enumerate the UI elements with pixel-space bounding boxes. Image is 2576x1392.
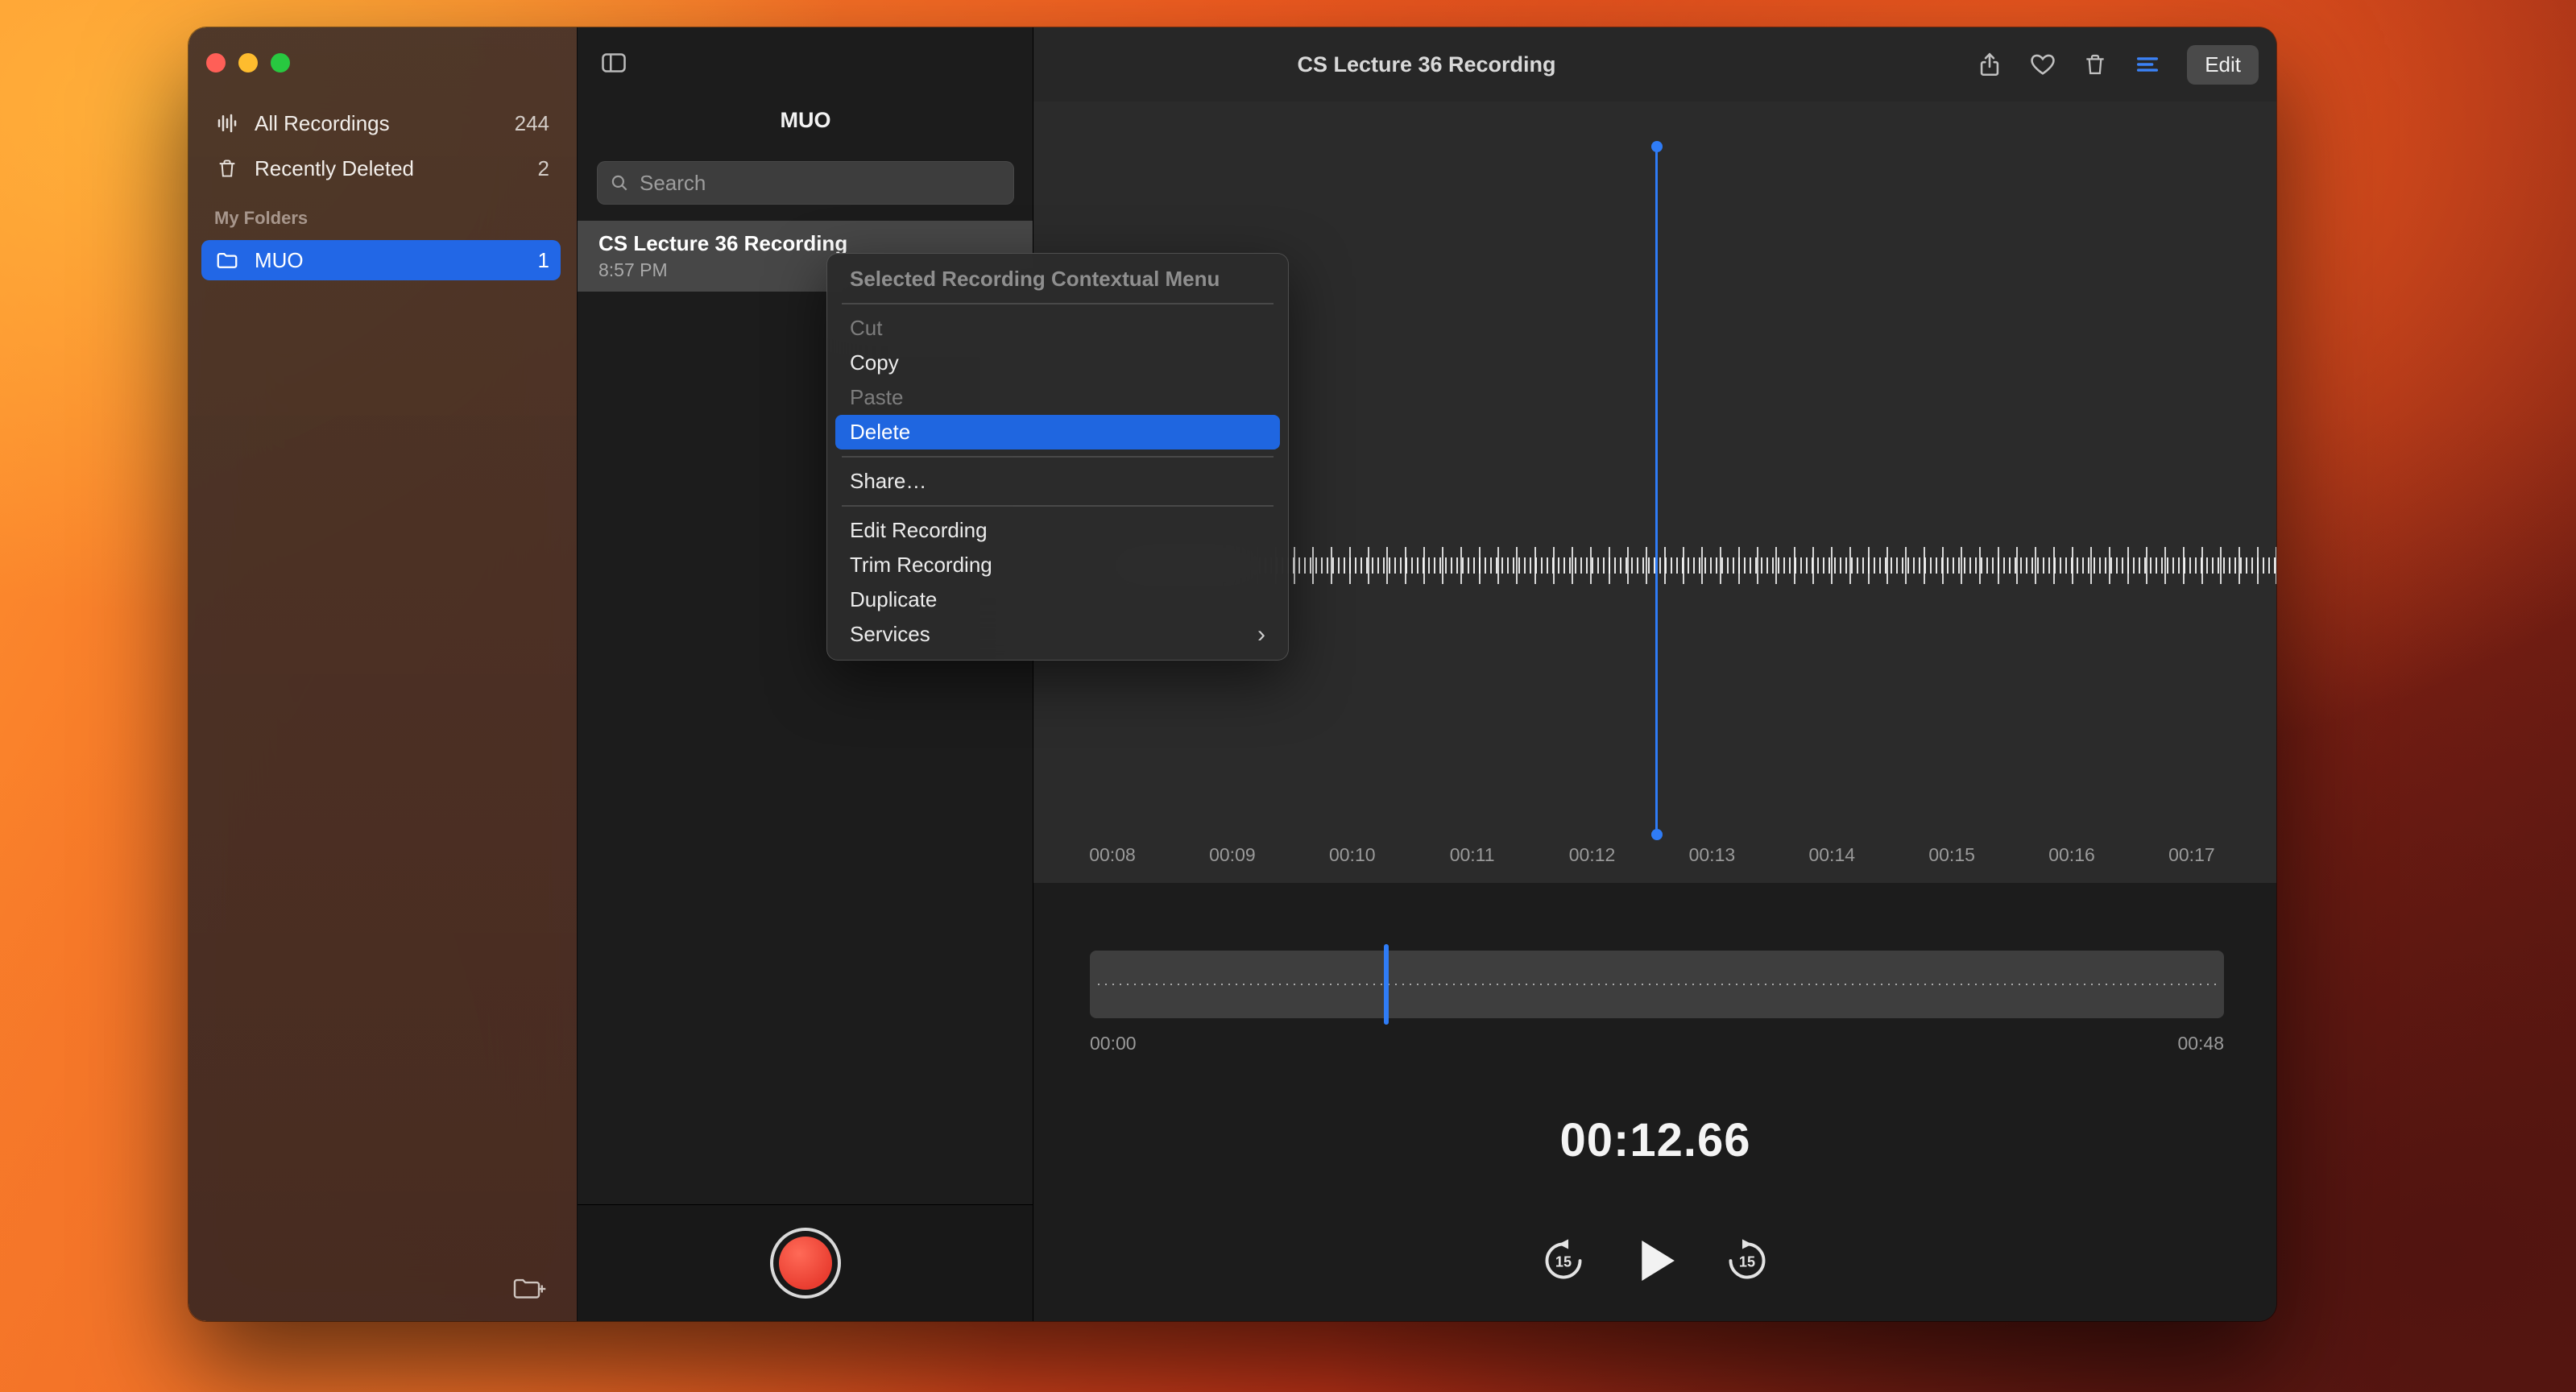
menu-item-delete[interactable]: Delete (835, 415, 1280, 450)
list-panel-title: MUO (578, 108, 1033, 133)
menu-item-cut: Cut (827, 311, 1288, 346)
playback-settings-button[interactable] (2134, 51, 2161, 78)
trash-icon (2082, 51, 2108, 78)
playhead-bottom-dot[interactable] (1651, 829, 1663, 840)
delete-button[interactable] (2082, 51, 2108, 78)
playback-controls: 15 15 (1033, 1236, 2276, 1286)
overview-end-label: 00:48 (2177, 1033, 2224, 1054)
timeline-label: 00:17 (2155, 844, 2229, 866)
timeline-label: 00:09 (1195, 844, 1269, 866)
play-icon (1632, 1236, 1679, 1286)
playback-settings-icon (2134, 51, 2161, 78)
menu-separator (842, 456, 1274, 458)
timeline-label: 00:08 (1075, 844, 1149, 866)
search-field[interactable] (597, 161, 1014, 205)
skip-forward-15-button[interactable]: 15 (1724, 1237, 1770, 1284)
share-icon (1976, 51, 2003, 78)
sidebar-item-count: 1 (538, 248, 549, 273)
menu-item-copy[interactable]: Copy (827, 346, 1288, 380)
timeline-label: 00:12 (1555, 844, 1630, 866)
menu-separator (842, 505, 1274, 507)
traffic-lights (206, 53, 290, 72)
trash-icon (213, 157, 242, 180)
sidebar-item-count: 2 (538, 156, 549, 181)
skip-back-label: 15 (1555, 1253, 1572, 1270)
menu-item-edit-recording[interactable]: Edit Recording (827, 513, 1288, 548)
timeline-label: 00:11 (1435, 844, 1510, 866)
favorite-button[interactable] (2029, 51, 2056, 78)
current-time-display: 00:12.66 (1033, 1113, 2276, 1167)
overview-waveform (1098, 984, 2216, 985)
menu-item-services[interactable]: Services › (827, 617, 1288, 652)
record-dot-icon (779, 1237, 832, 1290)
overview-start-label: 00:00 (1090, 1033, 1137, 1054)
minimize-button[interactable] (238, 53, 258, 72)
menu-item-paste: Paste (827, 380, 1288, 415)
sidebar-item-all-recordings[interactable]: All Recordings 244 (201, 103, 561, 143)
overview-playhead[interactable] (1384, 944, 1389, 1025)
sidebar-item-recently-deleted[interactable]: Recently Deleted 2 (201, 148, 561, 188)
close-button[interactable] (206, 53, 226, 72)
menu-separator (842, 303, 1274, 304)
timeline-label: 00:10 (1315, 844, 1389, 866)
overview-scrubber[interactable] (1090, 951, 2224, 1018)
share-button[interactable] (1976, 51, 2003, 78)
sidebar-item-label: Recently Deleted (255, 156, 414, 181)
sidebar-toggle-icon[interactable] (598, 48, 629, 79)
detail-pane: 00:08 00:09 00:10 00:11 00:12 00:13 00:1… (1033, 27, 2276, 1321)
toolbar: Edit (1976, 27, 2259, 102)
heart-icon (2029, 51, 2056, 78)
playhead[interactable] (1655, 147, 1658, 835)
sidebar-item-label: MUO (255, 248, 304, 273)
sidebar-item-label: All Recordings (255, 111, 390, 136)
menu-item-label: Services (850, 622, 930, 647)
play-button[interactable] (1632, 1236, 1679, 1286)
context-menu: Selected Recording Contextual Menu Cut C… (826, 253, 1289, 661)
sidebar-item-folder-muo[interactable]: MUO 1 (201, 240, 561, 280)
record-button[interactable] (770, 1228, 841, 1299)
sidebar: All Recordings 244 Recently Deleted 2 My… (188, 27, 577, 1321)
sidebar-item-count: 244 (515, 111, 549, 136)
skip-forward-label: 15 (1739, 1253, 1755, 1270)
playhead-top-dot[interactable] (1651, 141, 1663, 152)
timeline-label: 00:16 (2035, 844, 2109, 866)
context-menu-title: Selected Recording Contextual Menu (827, 262, 1288, 296)
skip-back-15-button[interactable]: 15 (1540, 1237, 1587, 1284)
timeline-label: 00:14 (1795, 844, 1869, 866)
menu-item-trim-recording[interactable]: Trim Recording (827, 548, 1288, 582)
new-folder-button[interactable] (512, 1274, 546, 1303)
edit-button[interactable]: Edit (2187, 45, 2259, 85)
timeline-label: 00:15 (1915, 844, 1989, 866)
voice-memos-window: All Recordings 244 Recently Deleted 2 My… (188, 27, 2276, 1321)
search-input[interactable] (638, 170, 1002, 197)
chevron-right-icon: › (1257, 623, 1265, 647)
timeline-ruler: 00:08 00:09 00:10 00:11 00:12 00:13 00:1… (1075, 844, 2229, 866)
menu-item-share[interactable]: Share… (827, 464, 1288, 499)
recordings-list-panel: MUO CS Lecture 36 Recording 8:57 PM (577, 27, 1033, 1321)
search-icon (609, 172, 630, 193)
menu-item-duplicate[interactable]: Duplicate (827, 582, 1288, 617)
sidebar-section-header: My Folders (214, 208, 308, 229)
folder-icon (213, 248, 242, 272)
record-bar (578, 1204, 1033, 1321)
waveform-icon (213, 111, 242, 135)
timeline-label: 00:13 (1675, 844, 1749, 866)
zoom-button[interactable] (271, 53, 290, 72)
